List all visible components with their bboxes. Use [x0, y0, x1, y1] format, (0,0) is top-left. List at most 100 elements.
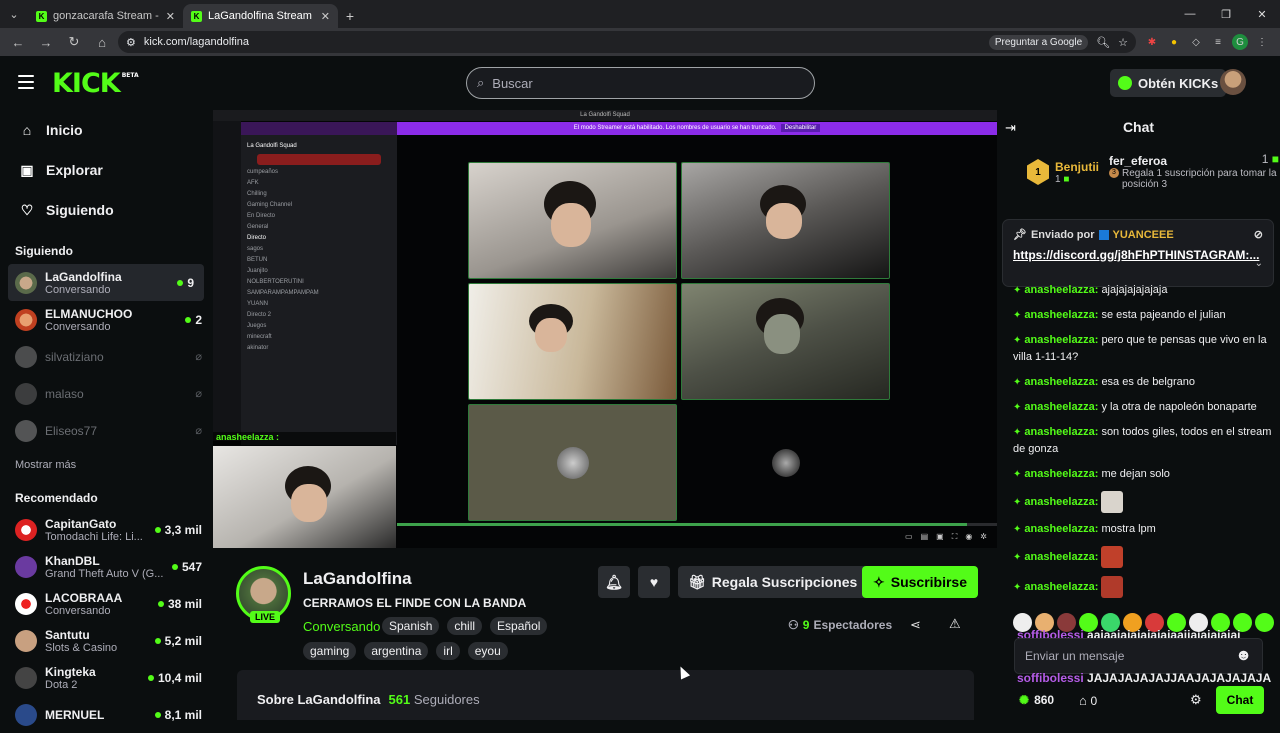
recommended-channel[interactable]: Kingteka Dota 2 10,4 mil — [0, 659, 212, 696]
pinned-message[interactable]: 📌︎ Enviado por YUANCEEE ⊘ https://discord.g… — [1003, 220, 1273, 286]
tab-title: LaGandolfina Stream - Watch Li... — [208, 10, 315, 22]
browser-tab-bar: ⌄ K gonzacarafa Stream - Watch Li... ✕ K… — [0, 0, 1280, 28]
channel-avatar — [15, 345, 37, 368]
recommended-channel[interactable]: KhanDBL Grand Theft Auto V (G... 547 — [0, 548, 212, 585]
media-icon[interactable]: ≡ — [1210, 34, 1226, 50]
puzzle-icon[interactable]: ◇ — [1188, 34, 1204, 50]
notification-bell-button[interactable]: 🔔︎ — [598, 566, 630, 598]
tag[interactable]: Español — [490, 617, 548, 635]
search-icon: ⌕ — [477, 75, 485, 90]
tag[interactable]: gaming — [303, 642, 357, 660]
rank-badge-icon: 1 — [1027, 159, 1049, 185]
following-channel-offline[interactable]: Eliseos77 ⌀ — [0, 412, 212, 449]
search-input[interactable] — [492, 75, 804, 91]
gift-icon: 🎁︎ — [688, 573, 706, 590]
tag[interactable]: irl — [436, 642, 460, 660]
restore-icon[interactable]: ❐ — [1208, 0, 1244, 28]
share-icon[interactable]: ⋖ — [910, 617, 921, 633]
clip-icon[interactable]: ▤ — [921, 532, 929, 542]
nav-explore[interactable]: ▣ Explorar — [0, 150, 212, 190]
following-channel[interactable]: LaGandolfina Conversando 9 — [8, 264, 204, 301]
chat-message: ✦ anasheelazza: — [1013, 491, 1277, 513]
close-tab-icon[interactable]: ✕ — [321, 10, 330, 23]
stream-title: CERRAMOS EL FINDE CON LA BANDA — [303, 596, 527, 610]
ask-google-button[interactable]: Preguntar a Google — [988, 34, 1089, 50]
reload-icon[interactable]: ↻ — [62, 30, 86, 54]
heart-icon: ♥ — [649, 574, 659, 590]
pinned-link[interactable]: https://discord.gg/j8hFhPTHINSTAGRAM:... — [1013, 247, 1259, 263]
report-warning-icon[interactable]: ⚠ — [949, 616, 961, 632]
chevron-down-icon[interactable]: ⌄ — [1255, 258, 1263, 269]
following-channel-offline[interactable]: silvatiziano ⌀ — [0, 338, 212, 375]
hamburger-menu-icon[interactable] — [18, 75, 34, 89]
browser-tab-active[interactable]: K LaGandolfina Stream - Watch Li... ✕ — [183, 4, 338, 28]
zoom-icon[interactable]: 🔍︎ — [1096, 36, 1110, 49]
search-bar[interactable]: ⌕ — [466, 67, 815, 99]
show-more-link[interactable]: Mostrar más — [0, 449, 212, 483]
minimize-icon[interactable]: — — [1172, 0, 1208, 28]
menu-dots-icon[interactable]: ⋮ — [1254, 34, 1270, 50]
get-kicks-button[interactable]: Obtén KICKs — [1110, 69, 1227, 97]
send-chat-button[interactable]: Chat — [1216, 686, 1264, 714]
volume-icon[interactable]: ◉ — [965, 532, 972, 542]
profile-avatar-icon[interactable]: G — [1232, 34, 1248, 50]
recommended-channel[interactable]: MERNUEL 8,1 mil — [0, 696, 212, 733]
theater-icon[interactable]: ▭ — [905, 532, 913, 542]
channel-name[interactable]: LaGandolfina — [303, 569, 412, 589]
kick-logo[interactable]: KICK BETA — [52, 68, 139, 99]
new-tab-button[interactable]: + — [338, 4, 362, 28]
tag[interactable]: argentina — [364, 642, 429, 660]
recommended-channel[interactable]: CapitanGato Tomodachi Life: Li... 3,3 mil — [0, 511, 212, 548]
recommended-channel[interactable]: Santutu Slots & Casino 5,2 mil — [0, 622, 212, 659]
close-tab-icon[interactable]: ✕ — [166, 10, 175, 23]
site-info-icon[interactable]: ⚙ — [126, 36, 136, 49]
nav-following[interactable]: ♡ Siguiendo — [0, 190, 212, 230]
extension-icon[interactable]: ● — [1166, 34, 1182, 50]
close-window-icon[interactable]: ✕ — [1244, 0, 1280, 28]
pip-icon[interactable]: ▣ — [936, 532, 944, 542]
chat-input[interactable] — [1025, 649, 1230, 663]
kicks-balance[interactable]: ✺ 860 — [1019, 693, 1054, 707]
emoji-icon[interactable]: ☻ — [1235, 647, 1252, 665]
channel-avatar — [15, 419, 37, 442]
tag-list: gaming argentina irl eyou — [303, 642, 508, 660]
extension-icon[interactable]: ✱ — [1144, 34, 1160, 50]
gifter-name[interactable]: fer_eferoa — [1109, 154, 1167, 168]
tag[interactable]: eyou — [467, 642, 508, 660]
offline-icon: ⌀ — [195, 351, 202, 363]
gift-subs-button[interactable]: 🎁︎ Regala Suscripciones — [678, 566, 868, 598]
settings-icon[interactable]: ✲ — [980, 532, 987, 542]
collapse-chat-icon[interactable]: ⇥ — [1005, 120, 1016, 136]
store-button[interactable]: ⌂ 0 — [1079, 693, 1097, 708]
nav-home[interactable]: ⌂ Inicio — [0, 110, 212, 150]
back-icon[interactable]: ← — [6, 30, 30, 54]
user-avatar[interactable] — [1220, 69, 1246, 95]
tag[interactable]: chill — [447, 617, 483, 635]
browser-tab[interactable]: K gonzacarafa Stream - Watch Li... ✕ — [28, 4, 183, 28]
category-link[interactable]: Conversando — [303, 619, 380, 634]
follow-button[interactable]: ♥ — [638, 566, 670, 598]
omnibox[interactable]: ⚙ kick.com/lagandolfina Preguntar a Goog… — [118, 31, 1136, 53]
fullscreen-icon[interactable]: ⛶ — [952, 532, 958, 542]
chat-message: ✦ anasheelazza: son todos giles, todos en… — [1013, 426, 1272, 455]
chat-settings-icon[interactable]: ⚙ — [1190, 692, 1202, 708]
chat-input-box[interactable]: ☻ — [1014, 638, 1263, 674]
gift-icon: ■ — [1063, 173, 1070, 185]
subscribe-button[interactable]: ✧ Suscribirse — [862, 566, 978, 598]
channel-avatar — [15, 382, 37, 405]
top-gifter-name[interactable]: Benjutii — [1055, 160, 1099, 174]
tag[interactable]: Spanish — [382, 617, 440, 635]
address-bar-row: ← → ↻ ⌂ ⚙ kick.com/lagandolfina Pregunta… — [0, 28, 1280, 56]
video-player[interactable]: La Gandolfi Squad El modo Streamer está … — [213, 110, 997, 548]
hide-icon[interactable]: ⊘ — [1254, 228, 1263, 241]
following-channel-offline[interactable]: malaso ⌀ — [0, 375, 212, 412]
home-icon[interactable]: ⌂ — [90, 30, 114, 54]
url-text[interactable]: kick.com/lagandolfina — [144, 36, 981, 48]
forward-icon[interactable]: → — [34, 30, 58, 54]
bookmark-star-icon[interactable]: ☆ — [1118, 36, 1128, 49]
explore-icon: ▣ — [20, 161, 34, 178]
overlay-chat-line: anasheelazza : — [213, 432, 396, 445]
tab-search-icon[interactable]: ⌄ — [0, 0, 28, 28]
following-channel[interactable]: ELMANUCHOO Conversando 2 — [0, 301, 212, 338]
recommended-channel[interactable]: LACOBRAAA Conversando 38 mil — [0, 585, 212, 622]
